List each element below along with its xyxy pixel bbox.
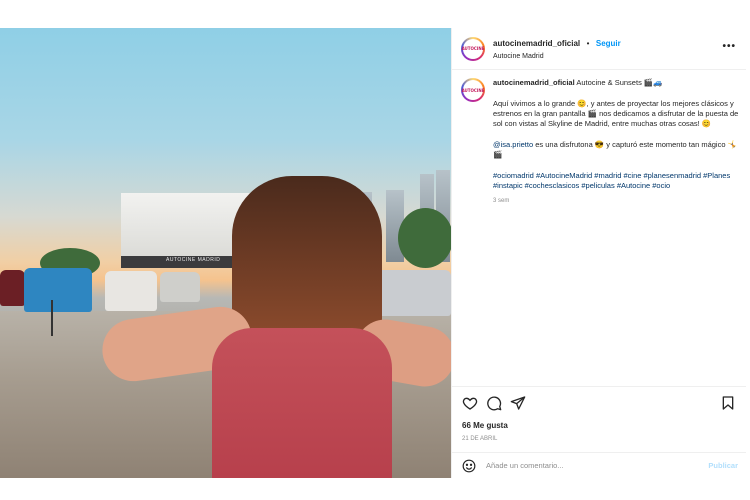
user-mention-link[interactable]: @isa.prietto xyxy=(493,140,533,149)
caption-age: 3 sem xyxy=(493,198,510,204)
comment-box: Publicar xyxy=(452,452,746,478)
post-side-panel: AUTOCINE autocinemadrid_oficial • Seguir… xyxy=(451,28,746,478)
cinema-screen-label: AUTOCINE MADRID xyxy=(166,257,221,263)
action-icons xyxy=(462,395,736,411)
more-options-icon[interactable]: ••• xyxy=(722,42,736,52)
person-top xyxy=(212,328,392,478)
share-paper-plane-icon[interactable] xyxy=(510,395,526,411)
avatar[interactable]: AUTOCINE xyxy=(461,36,485,61)
header-text: autocinemadrid_oficial • Seguir Autocine… xyxy=(493,35,621,63)
caption-body: autocinemadrid_oficial Autocine & Sunset… xyxy=(493,78,741,206)
post-date: 21 de abril xyxy=(462,436,498,442)
caption-title-line: autocinemadrid_oficial Autocine & Sunset… xyxy=(493,78,741,88)
car xyxy=(160,272,200,302)
caption-username[interactable]: autocinemadrid_oficial xyxy=(493,78,575,87)
caption-row: AUTOCINE autocinemadrid_oficial Autocine… xyxy=(461,78,741,206)
avatar-inner: AUTOCINE xyxy=(461,38,485,59)
parking-pole xyxy=(51,300,53,336)
post-header: AUTOCINE autocinemadrid_oficial • Seguir… xyxy=(452,28,746,70)
header-username[interactable]: autocinemadrid_oficial xyxy=(493,39,580,48)
avatar[interactable]: AUTOCINE xyxy=(461,78,485,102)
car xyxy=(24,268,92,312)
caption-paragraph-mention: @isa.prietto es una disfrutona 😎 y captu… xyxy=(493,140,741,160)
autocine-logo: AUTOCINE xyxy=(461,87,485,93)
comment-input[interactable] xyxy=(486,461,709,470)
save-bookmark-icon[interactable] xyxy=(720,395,736,411)
post-caption: AUTOCINE autocinemadrid_oficial Autocine… xyxy=(461,78,741,206)
hashtags[interactable]: #ociomadrid #AutocineMadrid #madrid #cin… xyxy=(493,171,741,191)
post-actions: 66 Me gusta 21 de abril xyxy=(452,386,746,442)
car xyxy=(0,270,25,306)
comment-bubble-icon[interactable] xyxy=(486,395,502,411)
location-link[interactable]: Autocine Madrid xyxy=(493,50,621,63)
follow-button[interactable]: Seguir xyxy=(596,39,621,48)
separator-dot: • xyxy=(586,38,590,48)
caption-paragraph: Aquí vivimos a lo grande 😊, y antes de p… xyxy=(493,99,739,128)
car xyxy=(105,271,157,311)
instagram-post: AUTOCINE MADRID AUTOCINE autocinemadrid_… xyxy=(0,28,746,478)
emoji-smiley-icon[interactable] xyxy=(462,459,476,473)
post-photo[interactable]: AUTOCINE MADRID xyxy=(0,28,451,478)
like-heart-icon[interactable] xyxy=(462,395,478,411)
caption-title: Autocine & Sunsets 🎬🚙 xyxy=(576,78,663,87)
publish-button[interactable]: Publicar xyxy=(708,461,738,470)
tree xyxy=(398,208,451,268)
likes-count[interactable]: 66 Me gusta xyxy=(462,421,736,430)
autocine-logo: AUTOCINE xyxy=(461,46,485,51)
avatar-inner: AUTOCINE xyxy=(461,80,485,100)
